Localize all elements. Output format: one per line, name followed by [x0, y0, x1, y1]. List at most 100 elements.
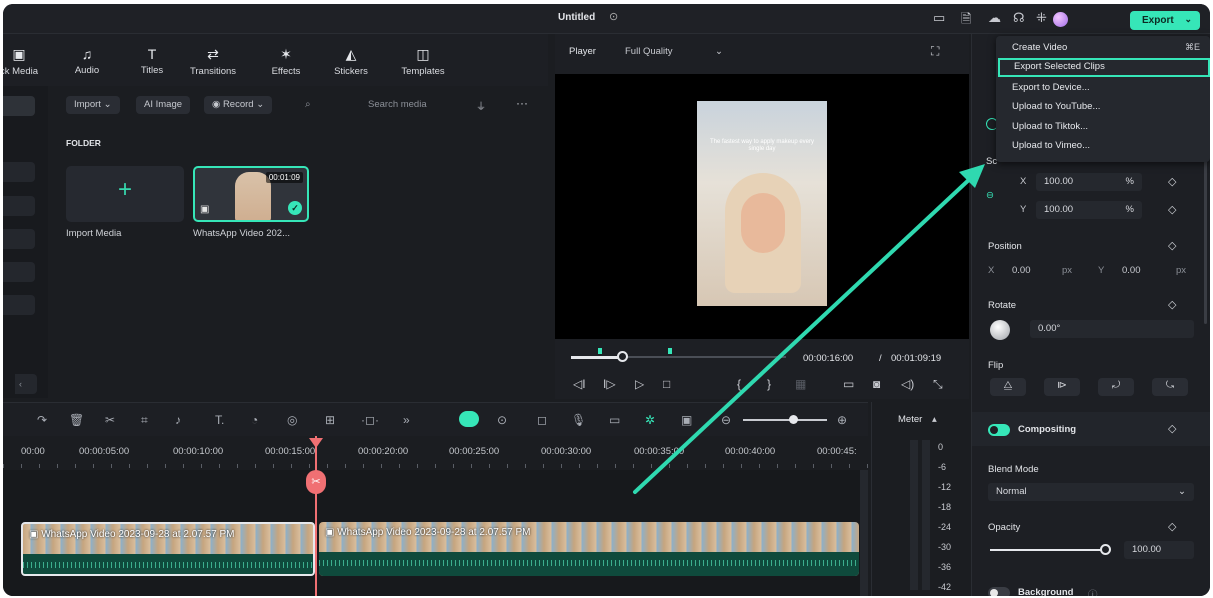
- snapshot-icon[interactable]: ⛶: [931, 44, 939, 59]
- delete-icon[interactable]: 🗑: [69, 413, 84, 427]
- flip-vertical-button[interactable]: ⧋: [990, 378, 1026, 396]
- menu-item-export-selected-clips[interactable]: Export Selected Clips: [998, 58, 1210, 77]
- search-input[interactable]: Search media: [368, 99, 427, 110]
- rotate-left-button[interactable]: ⤿: [1152, 378, 1188, 396]
- zoom-out-icon[interactable]: ⊖: [721, 413, 731, 427]
- more-tools-icon[interactable]: »: [403, 413, 410, 427]
- layout-icon[interactable]: ▭: [933, 10, 945, 26]
- flip-horizontal-button[interactable]: ⧐: [1044, 378, 1080, 396]
- opacity-slider-track[interactable]: [990, 549, 1106, 551]
- blend-mode-select[interactable]: Normal ⌄: [988, 483, 1194, 501]
- timeline-clip-selected[interactable]: ▣ WhatsApp Video 2023-09-28 at 2.07.57 P…: [21, 522, 315, 576]
- in-marker[interactable]: [598, 348, 602, 354]
- filter-icon[interactable]: ⏚: [476, 98, 486, 113]
- sidebar-item-2[interactable]: [3, 196, 35, 216]
- render-preview-icon[interactable]: ⊙: [497, 413, 507, 427]
- sidebar-item-project-media[interactable]: [3, 96, 35, 116]
- speed-icon[interactable]: ◔: [251, 413, 258, 427]
- microphone-icon[interactable]: 🎙: [571, 413, 586, 427]
- sidebar-item-5[interactable]: [3, 295, 35, 315]
- tool-templates[interactable]: ◫ Templates: [393, 46, 453, 77]
- pos-y-value[interactable]: 0.00: [1122, 265, 1141, 276]
- playhead[interactable]: [315, 436, 317, 596]
- play-icon[interactable]: ▷: [635, 377, 644, 391]
- sidebar-item-1[interactable]: [3, 162, 35, 182]
- save-icon[interactable]: 🗎: [961, 10, 971, 32]
- split-icon[interactable]: ✂: [105, 413, 115, 427]
- volume-icon[interactable]: ◁): [901, 377, 914, 391]
- scale-x-field[interactable]: 100.00 %: [1036, 173, 1142, 191]
- help-icon[interactable]: ⓘ: [1088, 587, 1098, 596]
- marker-icon[interactable]: ◻: [537, 413, 547, 427]
- menu-item-upload-vimeo[interactable]: Upload to Vimeo...: [996, 137, 1210, 156]
- tool-stickers[interactable]: ◭ Stickers: [321, 46, 381, 77]
- keyframe-icon[interactable]: ·◻·: [361, 413, 379, 427]
- color-icon[interactable]: ◎: [287, 413, 297, 427]
- rotate-right-button[interactable]: ⤾: [1098, 378, 1134, 396]
- video-preview[interactable]: The fastest way to apply makeup every si…: [555, 74, 969, 339]
- sticker-icon[interactable]: ▭: [609, 413, 620, 427]
- crop-icon[interactable]: ⌗: [141, 413, 148, 428]
- keyframe-icon[interactable]: ◇: [1168, 175, 1176, 188]
- prev-frame-icon[interactable]: ◁I: [573, 377, 586, 391]
- cloud-status-icon[interactable]: ⊙: [609, 10, 618, 23]
- cloud-icon[interactable]: ☁: [988, 10, 1001, 26]
- scale-y-field[interactable]: 100.00 %: [1036, 201, 1142, 219]
- camera-icon[interactable]: ◙: [873, 377, 880, 391]
- timeline-ruler[interactable]: 00:00 00:00:05:00 00:00:10:00 00:00:15:0…: [3, 436, 868, 470]
- keyframe-icon[interactable]: ◇: [1168, 239, 1176, 252]
- tool-effects[interactable]: ✶ Effects: [256, 46, 316, 77]
- support-icon[interactable]: ☊: [1013, 10, 1025, 26]
- zoom-in-icon[interactable]: ⊕: [837, 413, 847, 427]
- mark-out-icon[interactable]: }: [767, 377, 771, 391]
- avatar[interactable]: [1053, 12, 1068, 27]
- menu-item-export-to-device[interactable]: Export to Device...: [996, 79, 1210, 98]
- quality-dropdown[interactable]: Full Quality: [625, 46, 673, 57]
- snap-toggle-icon[interactable]: [459, 411, 479, 427]
- menu-item-upload-youtube[interactable]: Upload to YouTube...: [996, 98, 1210, 117]
- chevron-down-icon[interactable]: ⌄: [715, 46, 723, 57]
- sidebar-item-3[interactable]: [3, 229, 35, 249]
- mark-in-icon[interactable]: {: [737, 377, 741, 391]
- keyframe-icon[interactable]: ◇: [1168, 298, 1176, 311]
- menu-item-create-video[interactable]: Create Video ⌘E: [996, 39, 1210, 58]
- ai-tools-icon[interactable]: ⊞: [325, 413, 335, 427]
- record-dropdown[interactable]: ◉ Record ⌄: [204, 96, 273, 114]
- zoom-slider[interactable]: [743, 419, 827, 421]
- opacity-slider-thumb[interactable]: [1100, 544, 1111, 555]
- ai-image-button[interactable]: AI Image: [136, 96, 191, 114]
- keyframe-icon[interactable]: ◇: [1168, 520, 1176, 533]
- timeline-scrollbar[interactable]: [860, 470, 868, 596]
- import-media-tile[interactable]: +: [66, 166, 184, 222]
- playhead-split-button[interactable]: ✂: [306, 470, 326, 494]
- next-frame-icon[interactable]: I▷: [603, 377, 616, 391]
- timeline-clip[interactable]: ▣ WhatsApp Video 2023-09-28 at 2.07.57 P…: [319, 522, 859, 576]
- media-clip-tile[interactable]: 00:01:09 ▣ ✓: [193, 166, 309, 222]
- sidebar-item-4[interactable]: [3, 262, 35, 282]
- import-dropdown[interactable]: Import ⌄: [66, 96, 120, 114]
- display-icon[interactable]: ▭: [843, 377, 854, 391]
- pos-x-value[interactable]: 0.00: [1012, 265, 1031, 276]
- fullscreen-icon[interactable]: ⤡: [933, 377, 943, 392]
- apps-grid-icon[interactable]: ⁜: [1036, 10, 1047, 26]
- tool-titles[interactable]: T Titles: [122, 46, 182, 76]
- pip-icon[interactable]: ▣: [681, 413, 692, 427]
- collapse-sidebar-button[interactable]: ‹: [15, 374, 37, 394]
- opacity-field[interactable]: 100.00: [1124, 541, 1194, 559]
- ai-icon[interactable]: ✲: [645, 413, 655, 427]
- compositing-toggle[interactable]: [988, 424, 1010, 436]
- render-icon[interactable]: ▦: [795, 377, 806, 391]
- audio-icon[interactable]: ♪: [175, 413, 181, 427]
- progress-scrubber[interactable]: [617, 351, 628, 362]
- background-toggle[interactable]: [988, 587, 1010, 596]
- more-options-icon[interactable]: ···: [516, 96, 528, 110]
- menu-item-upload-tiktok[interactable]: Upload to Tiktok...: [996, 118, 1210, 137]
- tool-media[interactable]: ▣ ck Media: [3, 46, 49, 77]
- tool-audio[interactable]: ♫ Audio: [57, 46, 117, 76]
- tool-transitions[interactable]: ⇄ Transitions: [183, 46, 243, 77]
- player-tab[interactable]: Player: [569, 46, 596, 57]
- text-icon[interactable]: T.: [215, 413, 224, 427]
- project-title[interactable]: Untitled: [558, 12, 595, 23]
- export-button[interactable]: Export ⌄: [1130, 11, 1200, 30]
- redo-icon[interactable]: ↷: [37, 413, 47, 427]
